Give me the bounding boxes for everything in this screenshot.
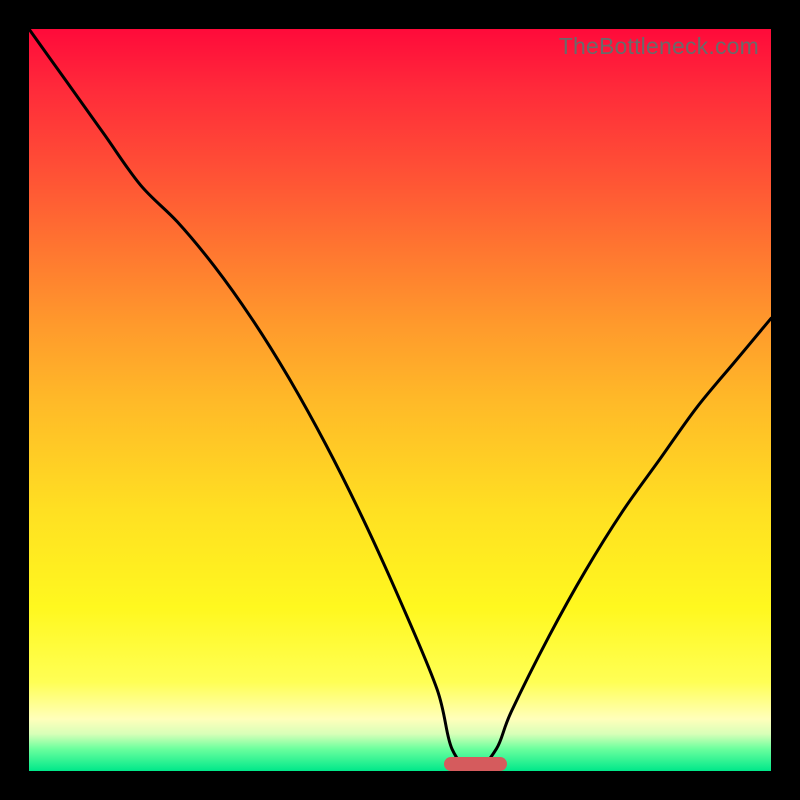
bottleneck-curve (29, 29, 771, 771)
watermark-text: TheBottleneck.com (559, 33, 759, 60)
curve-path (29, 29, 771, 771)
optimal-zone-bar (444, 757, 507, 771)
chart-plot-area: TheBottleneck.com (29, 29, 771, 771)
